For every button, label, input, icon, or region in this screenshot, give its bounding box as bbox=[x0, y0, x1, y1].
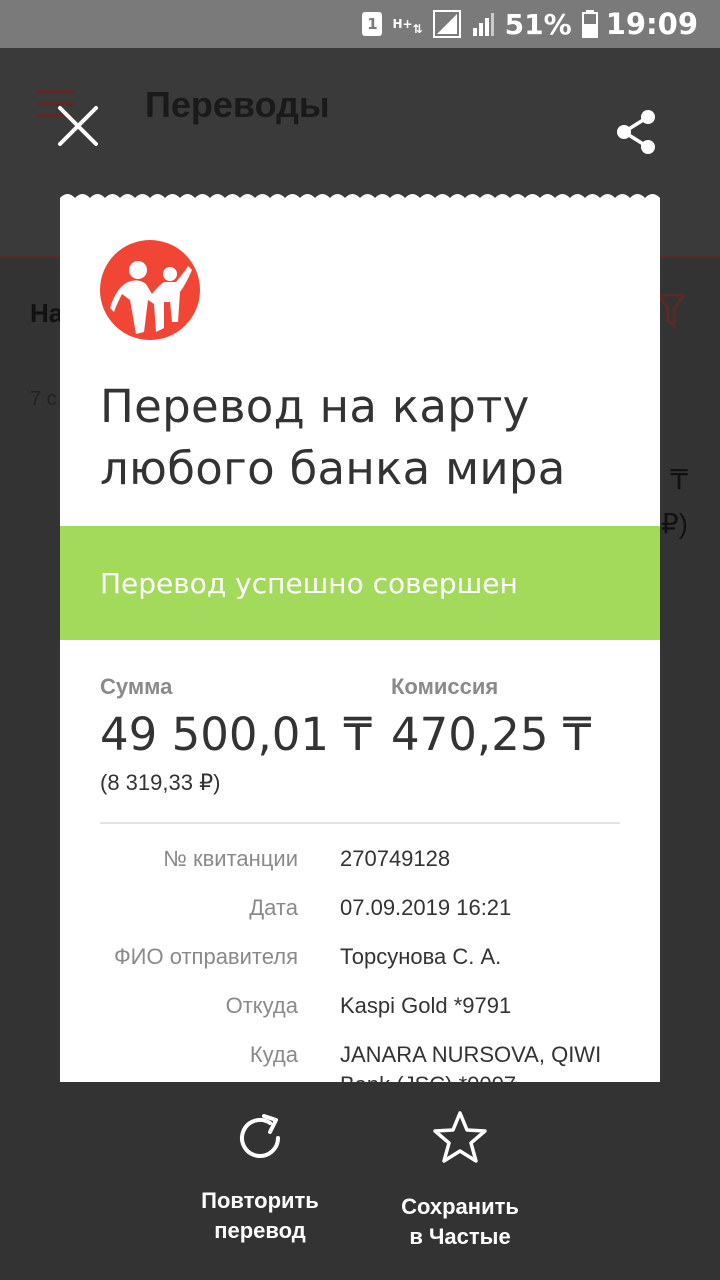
divider bbox=[100, 822, 620, 824]
share-button[interactable] bbox=[612, 108, 660, 156]
amount-rub-value: (8 319,33 ₽) bbox=[100, 770, 221, 795]
sim-indicator: 1 bbox=[362, 12, 383, 36]
detail-row-to-continued: Bank (JSC) *0007 bbox=[60, 1072, 660, 1082]
refresh-icon bbox=[240, 1114, 280, 1158]
detail-value: Bank (JSC) *0007 bbox=[340, 1072, 516, 1082]
receipt-card[interactable]: Перевод на карту любого банка мира Перев… bbox=[60, 204, 660, 1082]
detail-row-from: Откуда Kaspi Gold *9791 bbox=[60, 993, 660, 1033]
save-favorite-label: Сохранить в Частые bbox=[350, 1192, 570, 1252]
background-date: 7 с bbox=[30, 388, 57, 410]
status-banner: Перевод успешно совершен bbox=[60, 526, 660, 640]
kaspi-family-logo bbox=[100, 240, 200, 340]
signal-icon bbox=[432, 10, 461, 38]
battery-icon bbox=[581, 10, 598, 38]
background-amount-line2: ₽) bbox=[660, 508, 688, 539]
network-type-label: H+ bbox=[392, 16, 413, 31]
fee-value: 470,25 ₸ bbox=[391, 708, 592, 761]
save-favorite-label-line1: Сохранить bbox=[401, 1194, 519, 1219]
close-button[interactable] bbox=[56, 104, 100, 148]
close-icon bbox=[58, 106, 98, 146]
network-type-indicator: H+ ⇅ bbox=[392, 16, 423, 36]
amount-value: 49 500,01 ₸ bbox=[100, 708, 372, 761]
save-favorite-button[interactable]: Сохранить в Частые bbox=[350, 1108, 570, 1252]
detail-label: № квитанции bbox=[163, 846, 298, 871]
save-favorite-label-line2: в Частые bbox=[409, 1224, 511, 1249]
background-title: Переводы bbox=[145, 84, 330, 125]
repeat-transfer-label: Повторить перевод bbox=[150, 1186, 370, 1246]
repeat-transfer-label-line2: перевод bbox=[214, 1218, 306, 1243]
status-bar: 1 H+ ⇅ 51% 19:09 bbox=[0, 0, 720, 48]
receipt-title: Перевод на карту любого банка мира bbox=[100, 380, 566, 495]
amount-label: Сумма bbox=[100, 674, 173, 699]
detail-row-receipt-number: № квитанции 270749128 bbox=[60, 846, 660, 886]
detail-row-date: Дата 07.09.2019 16:21 bbox=[60, 895, 660, 935]
filter-icon bbox=[656, 293, 686, 328]
detail-label: Откуда bbox=[225, 993, 298, 1018]
detail-value: JANARA NURSOVA, QIWI bbox=[340, 1042, 602, 1067]
background-amount: ₸ ₽) bbox=[661, 458, 688, 546]
background-filter-text: На bbox=[30, 298, 64, 328]
battery-percent: 51% bbox=[504, 7, 572, 41]
repeat-transfer-button[interactable]: Повторить перевод bbox=[150, 1108, 370, 1246]
clock: 19:09 bbox=[605, 7, 698, 41]
detail-label: Куда bbox=[249, 1042, 298, 1067]
detail-value: 07.09.2019 16:21 bbox=[340, 895, 512, 920]
detail-label: Дата bbox=[249, 895, 298, 920]
fee-label: Комиссия bbox=[391, 674, 499, 699]
background-amount-line1: ₸ bbox=[670, 464, 688, 495]
detail-value: Kaspi Gold *9791 bbox=[340, 993, 512, 1018]
detail-label: ФИО отправителя bbox=[113, 944, 298, 969]
repeat-transfer-label-line1: Повторить bbox=[201, 1188, 319, 1213]
signal-icon-secondary bbox=[471, 10, 495, 38]
detail-value: 270749128 bbox=[340, 846, 451, 871]
star-icon bbox=[433, 1111, 487, 1163]
detail-value: Торсунова С. А. bbox=[340, 944, 502, 969]
share-icon bbox=[617, 110, 655, 154]
detail-row-sender: ФИО отправителя Торсунова С. А. bbox=[60, 944, 660, 984]
